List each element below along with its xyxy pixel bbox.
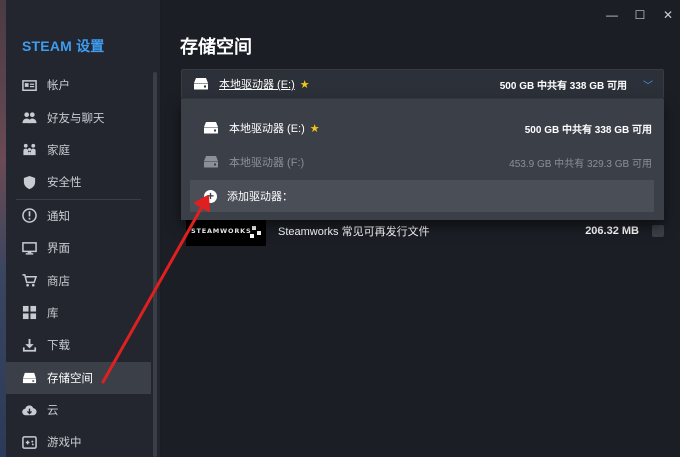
sidebar-item-label: 游戏中 — [47, 437, 82, 450]
dropdown-drive-name: 本地驱动器 (F:) — [229, 157, 305, 169]
sidebar-item-in-game[interactable]: 游戏中 — [6, 426, 151, 457]
default-star-icon: ★ — [309, 122, 320, 135]
sidebar-item-label: 安全性 — [47, 177, 82, 190]
sidebar-item-family[interactable]: 家庭 — [6, 134, 151, 166]
notification-icon — [21, 208, 37, 224]
sidebar-item-label: 好友与聊天 — [47, 112, 105, 125]
selected-drive-name: 本地驱动器 (E:) — [219, 79, 295, 91]
app-title: STEAM 设置 — [22, 38, 105, 54]
sidebar-item-label: 存储空间 — [47, 372, 93, 385]
gamepad-icon — [21, 434, 37, 450]
friends-icon — [21, 110, 37, 126]
dropdown-drive-space: 453.9 GB 中共有 329.3 GB 可用 — [509, 158, 652, 170]
dropdown-item-drive-f[interactable]: 本地驱动器 (F:) 453.9 GB 中共有 329.3 GB 可用 — [181, 146, 664, 178]
page-title: 存储空间 — [180, 37, 252, 57]
window-controls: — ☐ ✕ — [606, 8, 674, 22]
drive-icon — [21, 370, 37, 386]
drive-dropdown: 本地驱动器 (E:) ★ 500 GB 中共有 338 GB 可用 本地驱动器 … — [181, 99, 664, 220]
drive-selector[interactable]: 本地驱动器 (E:) ★ 500 GB 中共有 338 GB 可用 ﹀ — [181, 69, 664, 99]
shield-icon — [21, 174, 37, 190]
steamworks-logo: STEAMWORKS — [186, 216, 266, 246]
sidebar-item-friends[interactable]: 好友与聊天 — [6, 101, 151, 133]
logo-square — [252, 226, 256, 230]
chevron-down-icon[interactable]: ﹀ — [643, 77, 653, 92]
sidebar-item-downloads[interactable]: 下载 — [6, 329, 151, 361]
sidebar-item-storage[interactable]: 存储空间 — [6, 361, 151, 394]
store-icon — [21, 273, 37, 289]
logo-square — [257, 231, 261, 235]
drive-icon — [193, 78, 209, 90]
cloud-icon — [21, 402, 37, 418]
sidebar-item-account[interactable]: 帐户 — [6, 69, 151, 101]
account-card-icon — [21, 77, 37, 93]
logo-square — [250, 234, 254, 238]
dropdown-drive-name: 本地驱动器 (E:) — [229, 123, 305, 135]
sidebar-item-interface[interactable]: 界面 — [6, 232, 151, 264]
sidebar-item-label: 家庭 — [47, 144, 70, 157]
main-panel: — ☐ ✕ 存储空间 本地驱动器 (E:) ★ 500 GB 中共有 338 G… — [161, 0, 680, 457]
dropdown-drive-space: 500 GB 中共有 338 GB 可用 — [524, 124, 652, 136]
sidebar-item-library[interactable]: 库 — [6, 297, 151, 329]
library-grid-icon — [21, 305, 37, 321]
sidebar-item-label: 界面 — [47, 243, 70, 256]
add-drive-button[interactable]: + 添加驱动器： — [190, 180, 654, 212]
add-drive-label: 添加驱动器： — [227, 191, 293, 203]
maximize-button[interactable]: ☐ — [634, 8, 646, 22]
default-star-icon: ★ — [299, 78, 310, 91]
sidebar-nav: 帐户 好友与聊天 家庭 安全性 通知 界面 商店 库 下载 存储空间 云 游戏中 — [6, 69, 151, 457]
monitor-icon — [21, 240, 37, 256]
game-size: 206.32 MB — [585, 225, 639, 237]
sidebar-scrollbar[interactable] — [153, 72, 157, 457]
sidebar-item-label: 帐户 — [47, 80, 70, 93]
sidebar-item-store[interactable]: 商店 — [6, 264, 151, 296]
game-checkbox[interactable] — [652, 225, 664, 237]
sidebar-item-label: 下载 — [47, 340, 70, 353]
sidebar-item-label: 库 — [47, 307, 59, 320]
sidebar-item-label: 通知 — [47, 210, 70, 223]
drive-icon — [203, 122, 219, 134]
drive-icon — [203, 156, 219, 168]
dropdown-item-drive-e[interactable]: 本地驱动器 (E:) ★ 500 GB 中共有 338 GB 可用 — [181, 112, 664, 144]
selected-drive-space: 500 GB 中共有 338 GB 可用 — [499, 80, 627, 92]
sidebar-item-security[interactable]: 安全性 — [6, 166, 151, 198]
game-name: Steamworks 常见可再发行文件 — [278, 226, 430, 238]
download-icon — [21, 337, 37, 353]
sidebar-item-cloud[interactable]: 云 — [6, 394, 151, 426]
plus-circle-icon: + — [204, 189, 217, 203]
minimize-button[interactable]: — — [606, 8, 618, 22]
sidebar-item-notifications[interactable]: 通知 — [6, 200, 151, 232]
close-button[interactable]: ✕ — [662, 8, 674, 22]
sidebar-item-label: 商店 — [47, 275, 70, 288]
logo-text: STEAMWORKS — [191, 227, 252, 235]
family-icon — [21, 142, 37, 158]
settings-sidebar: STEAM 设置 帐户 好友与聊天 家庭 安全性 通知 界面 商店 库 下载 存… — [6, 0, 161, 457]
sidebar-item-label: 云 — [47, 405, 59, 418]
